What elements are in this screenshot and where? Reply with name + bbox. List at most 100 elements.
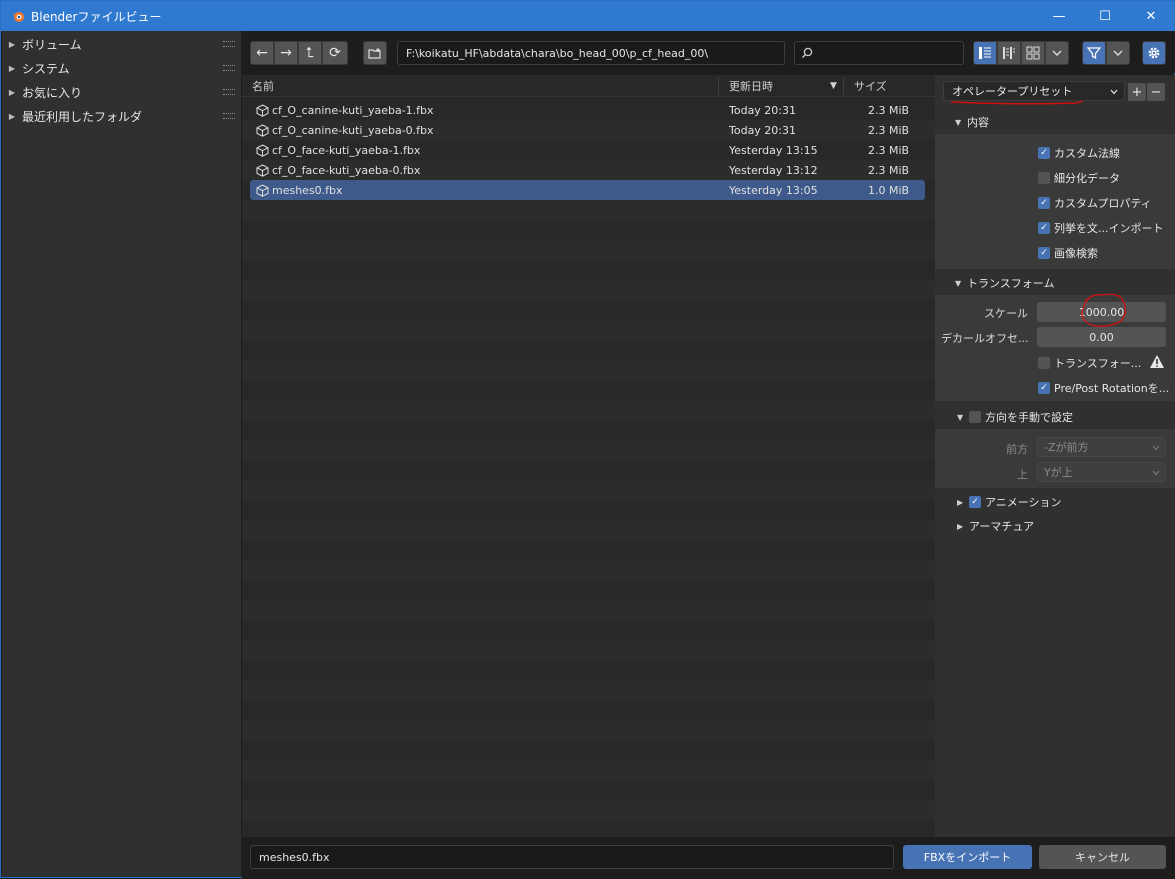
directory-path-field[interactable]: F:\koikatu_HF\abdata\chara\bo_head_00\p_… xyxy=(397,41,785,65)
manual-orientation-checkbox[interactable]: 方向を手動で設定 xyxy=(969,409,1073,425)
view-horizontal-list-button[interactable] xyxy=(997,41,1021,65)
file-row[interactable]: cf_O_face-kuti_yaeba-0.fbx Yesterday 13:1… xyxy=(242,160,935,180)
empty-row xyxy=(242,780,935,800)
empty-row xyxy=(242,260,935,280)
expand-arrow-icon[interactable]: ▶ xyxy=(2,40,22,49)
image-search-checkbox[interactable]: ✓ 画像検索 xyxy=(1038,245,1098,261)
file-row[interactable]: cf_O_canine-kuti_yaeba-0.fbx Today 20:31 2… xyxy=(242,120,935,140)
column-header-date[interactable]: 更新日時 xyxy=(729,78,773,94)
empty-row xyxy=(242,820,935,837)
expand-arrow-icon[interactable]: ▶ xyxy=(2,112,22,121)
settings-toggle-button[interactable] xyxy=(1142,41,1166,65)
sidebar-item-label: システム xyxy=(22,61,70,76)
remove-preset-button[interactable]: − xyxy=(1147,83,1165,101)
collapse-arrow-icon: ▼ xyxy=(955,278,962,288)
drag-grip-icon[interactable] xyxy=(223,41,235,47)
panel-header-include[interactable]: ▼ 内容 xyxy=(935,110,1175,134)
panel-header-animation[interactable]: ▶ ✓ アニメーション xyxy=(935,490,1175,514)
up-axis-dropdown[interactable]: Yが上 xyxy=(1037,462,1166,482)
preset-label: オペレータープリセット xyxy=(952,85,1073,98)
search-field[interactable] xyxy=(794,41,964,65)
empty-row xyxy=(242,220,935,240)
panel-header-transform[interactable]: ▼ トランスフォーム xyxy=(935,271,1175,295)
expand-arrow-icon[interactable]: ▶ xyxy=(2,88,22,97)
sidebar-item-recent[interactable]: ▶ 最近利用したフォルダ xyxy=(2,104,241,128)
chevron-down-icon xyxy=(1052,50,1062,56)
window-title: Blenderファイルビュー xyxy=(31,9,162,24)
operator-preset-dropdown[interactable]: オペレータープリセット xyxy=(943,81,1125,101)
sidebar-item-volumes[interactable]: ▶ ボリューム xyxy=(2,32,241,56)
bottom-bar: meshes0.fbx FBXをインポート キャンセル xyxy=(242,837,1175,879)
include-panel-body: ✓ カスタム法線 細分化データ ✓ カスタムプロパティ ✓ 列挙を文...インポート … xyxy=(935,134,1175,269)
custom-normals-checkbox[interactable]: ✓ カスタム法線 xyxy=(1038,145,1120,161)
expand-arrow-icon[interactable]: ▶ xyxy=(2,64,22,73)
drag-grip-icon[interactable] xyxy=(223,65,235,71)
file-browser-window: Blenderファイルビュー — ☐ ✕ ▶ ボリューム ▶ システム ▶ お気… xyxy=(0,0,1175,879)
filter-toggle-button[interactable] xyxy=(1082,41,1106,65)
file-name: meshes0.fbx xyxy=(272,183,343,197)
apply-transform-checkbox[interactable]: トランスフォー... xyxy=(1038,355,1141,371)
drag-grip-icon[interactable] xyxy=(223,89,235,95)
parent-directory-button[interactable]: ⮤ xyxy=(298,41,322,65)
column-header-size[interactable]: サイズ xyxy=(854,78,887,94)
cancel-button[interactable]: キャンセル xyxy=(1039,845,1166,869)
operator-properties-panel: オペレータープリセット + − ▼ 内容 ✓ カスタム法線 細分化データ ✓ カスタ… xyxy=(935,75,1175,837)
empty-row xyxy=(242,620,935,640)
file-size: 2.3 MiB xyxy=(868,143,910,157)
sidebar-item-favorites[interactable]: ▶ お気に入り xyxy=(2,80,241,104)
empty-row xyxy=(242,200,935,220)
empty-row xyxy=(242,660,935,680)
file-row[interactable]: meshes0.fbx Yesterday 13:05 1.0 MiB xyxy=(250,180,925,200)
minimize-button[interactable]: — xyxy=(1036,1,1082,31)
new-folder-icon xyxy=(368,48,381,59)
empty-row xyxy=(242,600,935,620)
empty-row xyxy=(242,480,935,500)
checkmark-icon: ✓ xyxy=(1038,222,1050,234)
checkbox-box xyxy=(1038,172,1050,184)
column-divider[interactable] xyxy=(843,77,844,95)
enum-import-checkbox[interactable]: ✓ 列挙を文...インポート xyxy=(1038,220,1164,236)
chevron-down-icon xyxy=(1152,470,1160,476)
empty-row xyxy=(242,560,935,580)
decal-offset-field[interactable]: 0.00 xyxy=(1037,327,1166,347)
refresh-button[interactable]: ⟳ xyxy=(322,41,348,65)
empty-row xyxy=(242,380,935,400)
view-thumbnails-button[interactable] xyxy=(1021,41,1045,65)
back-button[interactable]: ← xyxy=(250,41,274,65)
file-name: cf_O_canine-kuti_yaeba-1.fbx xyxy=(272,103,434,117)
close-button[interactable]: ✕ xyxy=(1128,1,1174,31)
column-header-name[interactable]: 名前 xyxy=(252,78,274,94)
panel-header-armature[interactable]: ▶ アーマチュア xyxy=(935,514,1175,538)
empty-row xyxy=(242,420,935,440)
display-settings-dropdown[interactable] xyxy=(1045,41,1069,65)
dropdown-value: -Zが前方 xyxy=(1044,441,1089,454)
empty-row xyxy=(242,640,935,660)
panel-header-orientation[interactable]: ▼ 方向を手動で設定 xyxy=(935,405,1175,429)
file-row[interactable]: cf_O_face-kuti_yaeba-1.fbx Yesterday 13:1… xyxy=(242,140,935,160)
add-preset-button[interactable]: + xyxy=(1128,83,1146,101)
checkmark-icon: ✓ xyxy=(1038,197,1050,209)
file-row[interactable]: cf_O_canine-kuti_yaeba-1.fbx Today 20:31 2… xyxy=(242,100,935,120)
filename-field[interactable]: meshes0.fbx xyxy=(250,845,894,869)
prepost-rotation-checkbox[interactable]: ✓ Pre/Post Rotationを... xyxy=(1038,380,1169,396)
forward-axis-dropdown[interactable]: -Zが前方 xyxy=(1037,437,1166,457)
view-vertical-list-button[interactable] xyxy=(973,41,997,65)
animation-checkbox[interactable]: ✓ アニメーション xyxy=(969,494,1062,510)
new-folder-button[interactable] xyxy=(363,41,387,65)
drag-grip-icon[interactable] xyxy=(223,113,235,119)
horizontal-list-icon xyxy=(1003,47,1015,59)
custom-properties-checkbox[interactable]: ✓ カスタムプロパティ xyxy=(1038,195,1152,211)
import-fbx-button[interactable]: FBXをインポート xyxy=(903,845,1032,869)
file-name: cf_O_canine-kuti_yaeba-0.fbx xyxy=(272,123,434,137)
collapse-arrow-icon: ▼ xyxy=(957,412,964,422)
subdivision-checkbox[interactable]: 細分化データ xyxy=(1038,170,1120,186)
column-divider[interactable] xyxy=(718,77,719,95)
forward-button[interactable]: → xyxy=(274,41,298,65)
maximize-button[interactable]: ☐ xyxy=(1082,1,1128,31)
empty-row xyxy=(242,300,935,320)
scale-label: スケール xyxy=(984,307,1028,320)
filter-settings-dropdown[interactable] xyxy=(1106,41,1130,65)
checkmark-icon: ✓ xyxy=(1038,147,1050,159)
sidebar-item-system[interactable]: ▶ システム xyxy=(2,56,241,80)
file-size: 2.3 MiB xyxy=(868,123,910,137)
